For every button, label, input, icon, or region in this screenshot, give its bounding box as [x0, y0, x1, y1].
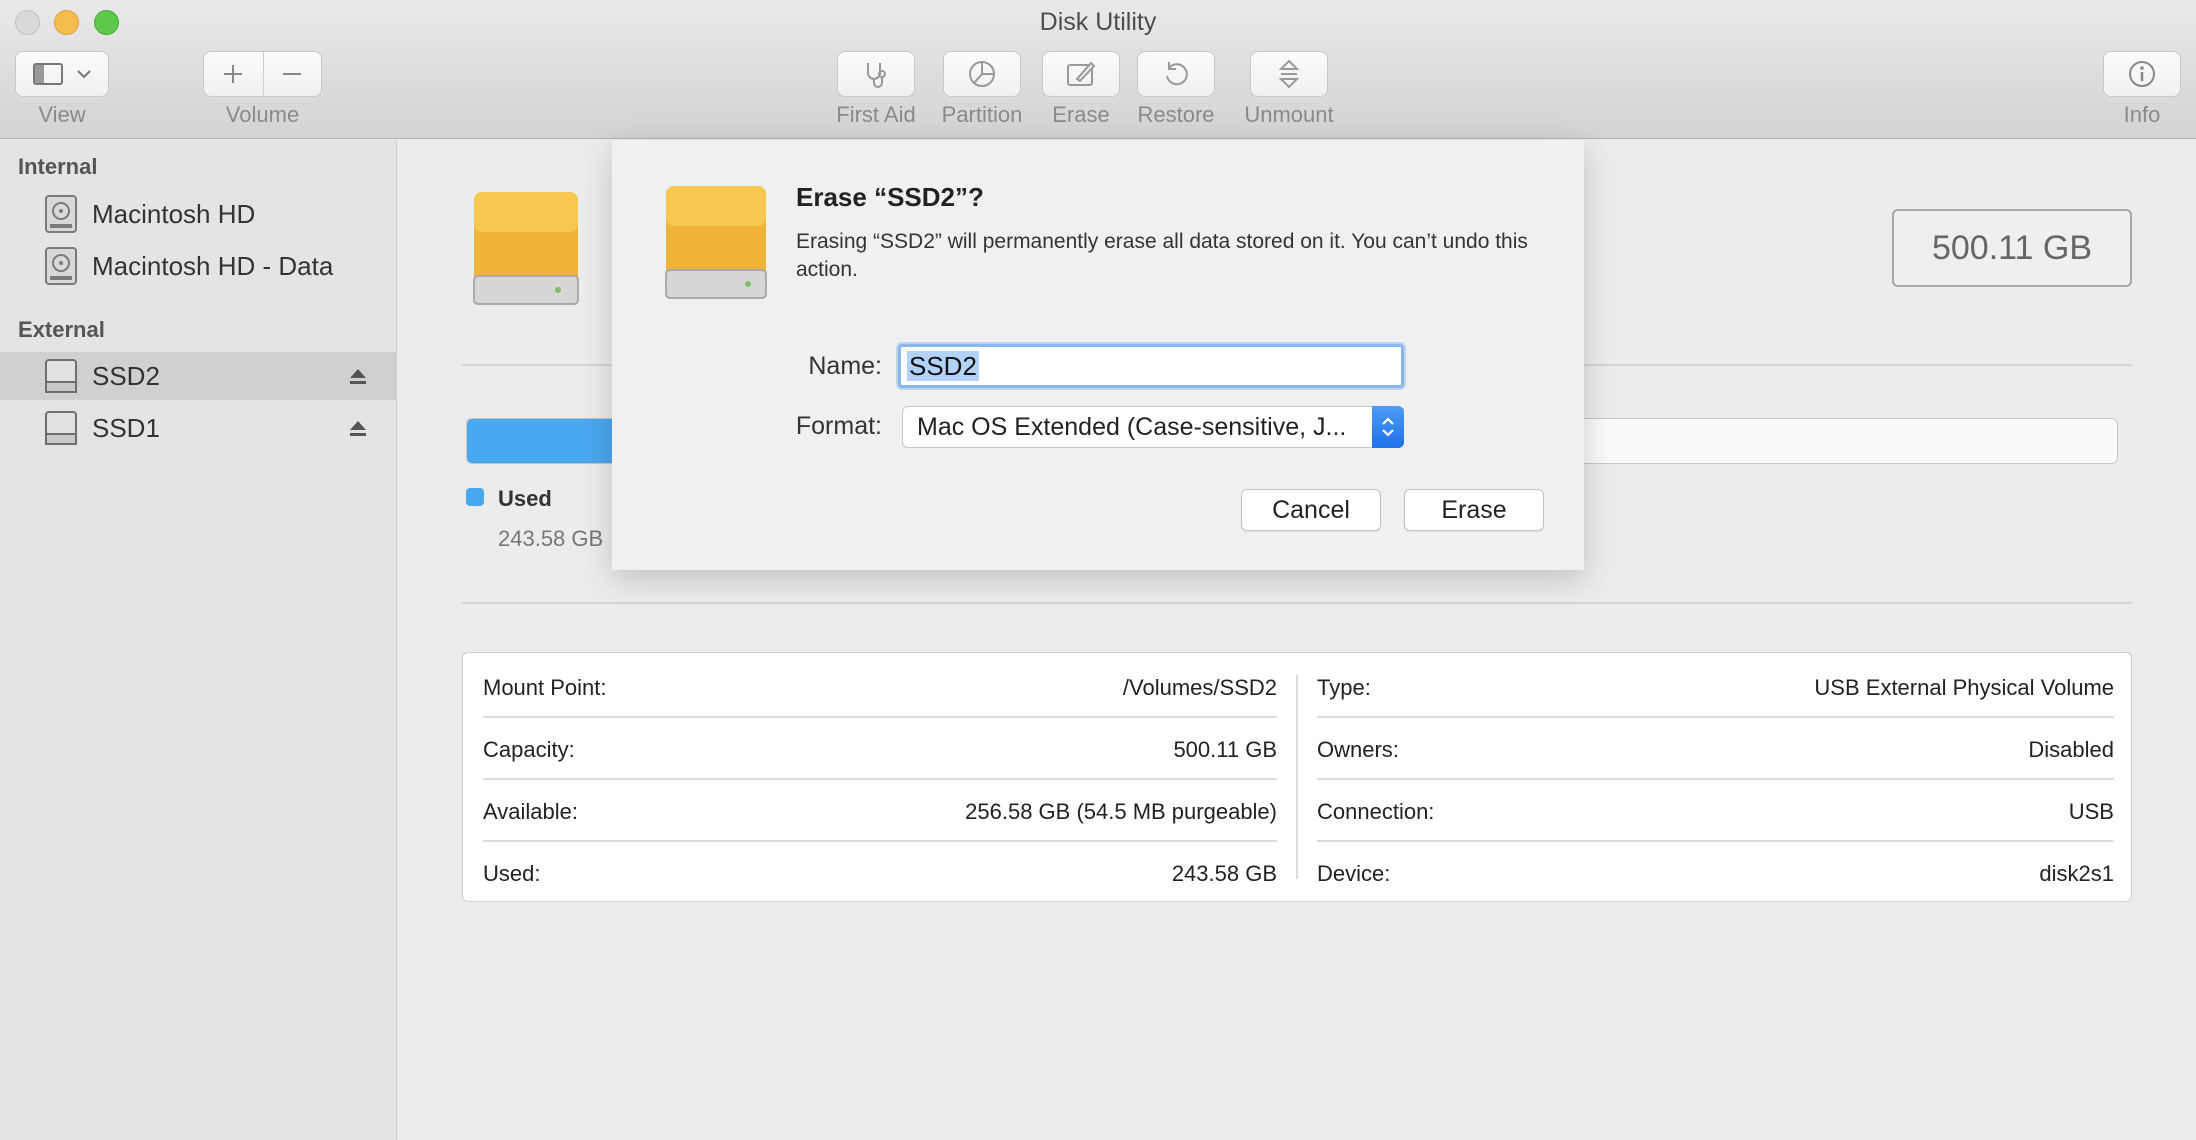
info-value: 500.11 GB	[1173, 737, 1277, 762]
first-aid-button[interactable]	[837, 51, 915, 97]
erase-dialog: Erase “SSD2”? Erasing “SSD2” will perman…	[612, 140, 1584, 570]
info-value: 256.58 GB (54.5 MB purgeable)	[965, 799, 1277, 824]
info-value: 243.58 GB	[1171, 861, 1277, 886]
cancel-button[interactable]: Cancel	[1241, 489, 1381, 531]
used-legend-value: 243.58 GB	[498, 526, 604, 551]
eject-icon[interactable]	[348, 418, 368, 438]
info-label: Info	[2123, 102, 2161, 127]
sidebar-item-macintosh-hd[interactable]: Macintosh HD	[0, 190, 396, 238]
first-aid-label: First Aid	[836, 102, 916, 127]
eject-icon[interactable]	[348, 366, 368, 386]
name-field-value: SSD2	[907, 351, 979, 381]
info-row-connection: Connection: USB	[1317, 781, 2114, 843]
sidebar-section-internal: Internal	[18, 154, 98, 179]
window-toolbar: Disk Utility View Volume First Aid Parti…	[0, 0, 2196, 139]
used-legend-swatch	[466, 488, 484, 506]
window-title: Disk Utility	[1039, 8, 1157, 36]
selected-disk-icon	[473, 192, 579, 305]
internal-disk-icon	[45, 247, 77, 285]
erase-confirm-button[interactable]: Erase	[1404, 489, 1544, 531]
erase-pencil-icon	[1067, 61, 1096, 86]
info-row-owners: Owners: Disabled	[1317, 719, 2114, 781]
info-row-capacity: Capacity: 500.11 GB	[483, 719, 1277, 781]
info-label: Connection:	[1317, 799, 1435, 824]
info-row-available: Available: 256.58 GB (54.5 MB purgeable)	[483, 781, 1277, 843]
capacity-badge: 500.11 GB	[1892, 209, 2132, 287]
name-field[interactable]: SSD2	[898, 344, 1404, 388]
info-label: Capacity:	[483, 737, 575, 762]
sidebar-item-macintosh-hd-data[interactable]: Macintosh HD - Data	[0, 242, 396, 290]
sidebar-item-ssd1[interactable]: SSD1	[0, 404, 396, 452]
restore-label: Restore	[1137, 102, 1215, 127]
sidebar-icon	[33, 63, 63, 85]
info-value: /Volumes/SSD2	[1122, 675, 1277, 700]
info-label: Available:	[483, 799, 578, 824]
info-label: Type:	[1317, 675, 1371, 700]
unmount-icon	[1278, 59, 1300, 89]
volume-segmented-control	[203, 51, 322, 97]
info-row-mount-point: Mount Point: /Volumes/SSD2	[483, 657, 1277, 719]
pie-chart-icon	[969, 61, 995, 87]
volume-label: Volume	[225, 102, 300, 127]
info-row-device: Device: disk2s1	[1317, 843, 2114, 905]
name-field-label: Name:	[808, 352, 882, 380]
used-legend-label: Used	[498, 486, 552, 511]
sidebar-item-label: SSD2	[92, 360, 160, 391]
partition-label: Partition	[941, 102, 1023, 127]
chevron-down-icon	[77, 69, 91, 79]
restore-button[interactable]	[1137, 51, 1215, 97]
info-label: Mount Point:	[483, 675, 607, 700]
external-disk-icon	[45, 411, 77, 445]
remove-volume-button[interactable]	[263, 52, 322, 96]
add-volume-button[interactable]	[204, 52, 263, 96]
info-label: Owners:	[1317, 737, 1399, 762]
info-value: USB	[2068, 799, 2114, 824]
stethoscope-icon	[867, 63, 886, 88]
format-select[interactable]: Mac OS Extended (Case-sensitive, J...	[902, 406, 1404, 448]
sidebar: Internal Macintosh HD Macintosh HD - Dat…	[0, 140, 397, 1140]
restore-arrow-icon	[1166, 62, 1188, 86]
format-field-label: Format:	[795, 412, 882, 440]
disk-info-table: Mount Point: /Volumes/SSD2 Capacity: 500…	[462, 652, 2132, 902]
view-label: View	[38, 102, 86, 127]
external-disk-icon	[45, 359, 77, 393]
divider	[462, 602, 2132, 604]
info-button[interactable]	[2103, 51, 2181, 97]
erase-button[interactable]	[1042, 51, 1120, 97]
column-separator	[1296, 675, 1298, 879]
unmount-label: Unmount	[1244, 102, 1334, 127]
format-select-value: Mac OS Extended (Case-sensitive, J...	[917, 412, 1347, 441]
info-label: Used:	[483, 861, 541, 886]
internal-disk-icon	[45, 195, 77, 233]
info-row-used: Used: 243.58 GB	[483, 843, 1277, 905]
external-drive-icon	[665, 186, 767, 299]
updown-chevron-icon	[1372, 406, 1404, 448]
sidebar-section-external: External	[18, 317, 105, 342]
info-icon	[2129, 61, 2155, 87]
sidebar-item-ssd2[interactable]: SSD2	[0, 352, 396, 400]
info-label: Device:	[1317, 861, 1391, 886]
sidebar-item-label: SSD1	[92, 412, 160, 443]
partition-button[interactable]	[943, 51, 1021, 97]
dialog-message: Erasing “SSD2” will permanently erase al…	[796, 230, 1528, 281]
view-button[interactable]	[15, 51, 109, 97]
info-value: Disabled	[2028, 737, 2114, 762]
unmount-button[interactable]	[1250, 51, 1328, 97]
info-row-type: Type: USB External Physical Volume	[1317, 657, 2114, 719]
dialog-title: Erase “SSD2”?	[796, 182, 984, 212]
sidebar-item-label: Macintosh HD - Data	[92, 250, 334, 281]
sidebar-item-label: Macintosh HD	[92, 198, 256, 229]
plus-icon	[224, 65, 243, 83]
minus-icon	[282, 73, 301, 75]
info-value: disk2s1	[2039, 861, 2114, 886]
info-value: USB External Physical Volume	[1814, 675, 2114, 700]
